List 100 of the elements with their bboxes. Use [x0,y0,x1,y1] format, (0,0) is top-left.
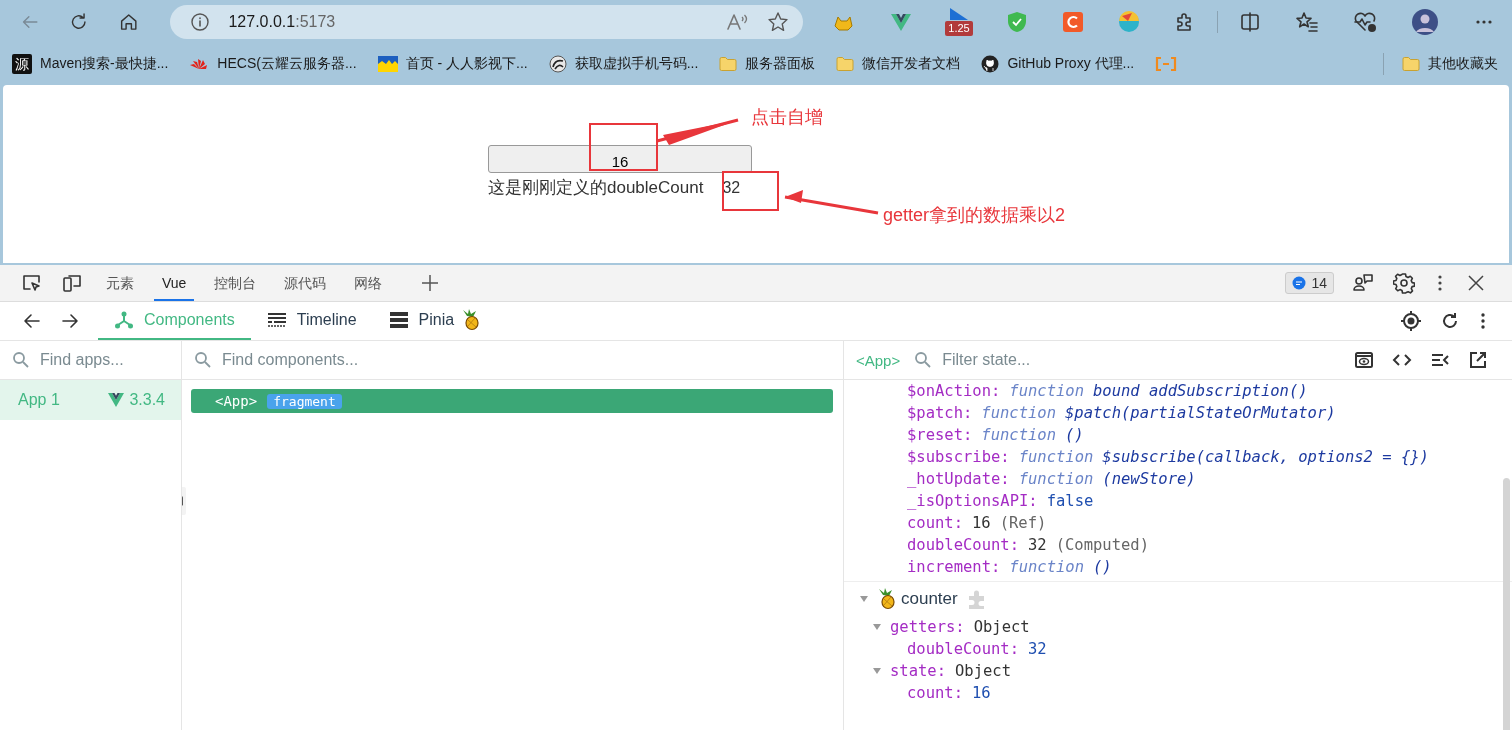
search-icon [914,351,933,369]
property-name: getters: [890,618,965,636]
open-external-icon[interactable] [1468,350,1488,370]
waves-icon [377,55,398,73]
property-name: $reset: [907,426,973,444]
devtools-tab[interactable]: 控制台 [206,265,265,301]
eye-icon[interactable] [1354,350,1374,370]
bookmark-icon: 源 [12,54,32,74]
url-text: 127.0.0.1:5173 [228,13,336,31]
star-icon[interactable] [767,11,789,33]
bookmark[interactable]: 其他收藏夹 [1402,55,1498,73]
github-icon [981,55,1000,73]
function-signature: (newStore) [1102,470,1196,488]
annotation-text: 点击自增 [751,106,823,129]
target-icon[interactable] [1400,310,1422,332]
fragment-tag: fragment [267,393,342,409]
favorites-icon[interactable] [1295,11,1319,33]
property-name: doubleCount: [907,640,1019,658]
double-count-value: 32 [722,178,741,197]
bookmark[interactable]: 服务器面板 [719,55,816,73]
address-bar[interactable]: 127.0.0.1:5173 [170,5,803,39]
home-icon[interactable] [118,11,139,33]
back-arrow-icon[interactable] [22,311,42,331]
counter-button[interactable]: 16 [488,145,752,173]
filter-field[interactable]: Filter state... [942,351,1123,369]
list-icon [388,310,409,330]
forward-arrow-icon[interactable] [60,311,80,331]
search-icon [12,351,30,369]
function-keyword: function [1018,448,1094,466]
devtools-tab[interactable]: 网络 [346,265,391,301]
store-name: counter [901,589,958,609]
function-signature: $subscribe(callback, options2 = {}) [1102,448,1429,466]
property-name: count: [907,514,963,532]
folder-icon [1402,55,1420,73]
avatar-icon[interactable] [1411,8,1439,36]
property-value: 16 [972,684,991,702]
tree-icon [114,310,134,330]
scrollbar[interactable] [1503,478,1510,730]
folder-icon [719,55,738,73]
bookmark[interactable]: 源 Maven搜索-最快捷... [12,54,169,74]
function-signature: () [1093,558,1112,576]
bookmark[interactable]: 微信开发者文档 [836,55,961,73]
property-name: $patch: [907,404,973,422]
expanded-caret-icon[interactable] [872,666,882,676]
bookmark[interactable]: 获取虚拟手机号码... [548,55,699,73]
function-keyword: function [1018,470,1094,488]
property-name: increment: [907,558,1001,576]
function-signature: $patch(partialStateOrMutator) [1065,404,1336,422]
c-letter-icon[interactable] [1062,11,1084,33]
devtools-tab[interactable]: 元素 [98,265,142,301]
property-name: $onAction: [907,382,1001,400]
component-name: <App> [856,351,901,369]
bookmark[interactable]: GitHub Proxy 代理... [981,55,1135,73]
device-icon[interactable] [61,273,83,293]
add-tab-icon[interactable] [420,273,441,293]
property-name: $subscribe: [907,448,1010,466]
vue-logo-icon[interactable] [890,12,912,32]
devtools-tab[interactable]: 源代码 [276,265,335,301]
property-name: state: [890,662,946,680]
timeline-tab[interactable]: Timeline [250,302,373,340]
function-keyword: function [981,404,1056,422]
function-keyword: function [1009,558,1084,576]
function-keyword: function [1009,382,1084,400]
heart-pulse-icon[interactable] [1353,11,1377,33]
property-value: Object [973,618,1030,636]
value-type-note: (Computed) [1055,536,1149,554]
function-signature: () [1065,426,1084,444]
highlight-box [589,123,658,171]
read-aloud-icon[interactable] [725,11,749,33]
message-icon [1292,276,1307,290]
property-value: Object [955,662,1011,680]
swirl-icon [548,55,567,73]
expanded-caret-icon[interactable] [872,622,882,632]
info-icon[interactable] [190,12,211,32]
function-signature: bound addSubscription() [1093,382,1308,400]
issues-button[interactable]: 14 [1285,272,1334,294]
inspect-icon[interactable] [21,273,43,293]
split-screen-icon[interactable] [1239,11,1261,33]
vue-logo-icon [108,393,125,407]
refresh-icon[interactable] [1440,311,1460,331]
property-name: _hotUpdate: [907,470,1010,488]
bookmark[interactable]: HECS(云耀云服务器... [189,55,357,73]
search-field[interactable]: Find apps... [40,351,181,369]
search-field[interactable]: Find components... [222,351,402,369]
bookmark[interactable]: 首页 - 人人影视下... [377,55,528,73]
expanded-caret-icon[interactable] [859,594,869,604]
extension-icon[interactable]: 1.25 [943,7,975,37]
property-name: doubleCount: [907,536,1019,554]
annotation-text: getter拿到的数据乘以2 [883,204,1066,227]
value-type-note: (Ref) [999,514,1047,532]
pinia-tab[interactable]: Pinia [372,302,496,340]
more-icon[interactable] [1478,311,1488,331]
feedback-icon[interactable] [1351,272,1375,294]
devtools-tab[interactable]: Vue [154,265,195,301]
bracket-icon [1155,56,1178,72]
function-keyword: function [981,426,1056,444]
folder-icon [836,55,855,73]
settings-icon[interactable] [1393,272,1415,294]
timeline-icon [266,310,287,330]
property-value: 16 [972,514,991,532]
